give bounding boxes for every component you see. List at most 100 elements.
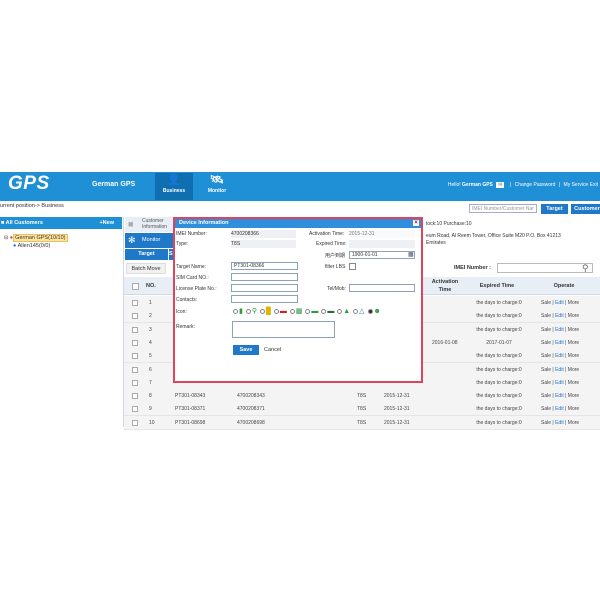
- icon-radio[interactable]: [353, 308, 359, 314]
- edit-link[interactable]: Edit: [555, 340, 564, 346]
- nav-monitor[interactable]: 🛰 Monitor: [198, 173, 236, 200]
- row-checkbox[interactable]: [132, 313, 138, 320]
- expand-icon[interactable]: ⊟: [4, 235, 8, 241]
- icon-radio-selected[interactable]: [367, 308, 373, 314]
- more-link[interactable]: More: [568, 420, 579, 426]
- row-checkbox[interactable]: [132, 339, 138, 346]
- tractor-icon[interactable]: ▬: [327, 308, 334, 315]
- save-button[interactable]: Save: [233, 345, 259, 355]
- edit-link[interactable]: Edit: [555, 327, 564, 333]
- activation-time-field: [349, 230, 415, 238]
- search-icon[interactable]: ⚲: [582, 263, 589, 274]
- filter-lbs-checkbox[interactable]: [349, 263, 356, 270]
- more-link[interactable]: More: [568, 406, 579, 412]
- tree-node-child[interactable]: ● Allen145(0/0): [13, 243, 50, 249]
- row-checkbox[interactable]: [132, 406, 138, 413]
- sale-link[interactable]: Sale: [541, 340, 551, 346]
- sale-link[interactable]: Sale: [541, 313, 551, 319]
- icon-radio[interactable]: [289, 308, 295, 314]
- contacts-label: Contacts:: [176, 297, 198, 303]
- icon-radio[interactable]: [337, 308, 343, 314]
- more-link[interactable]: More: [568, 393, 579, 399]
- car-icon[interactable]: ▬: [280, 308, 287, 315]
- remark-textarea[interactable]: [232, 321, 335, 338]
- imei-filter-input[interactable]: [497, 263, 593, 273]
- edit-link[interactable]: Edit: [555, 393, 564, 399]
- row-checkbox[interactable]: [132, 393, 138, 400]
- tree-node-root-label: German GPS(10/10): [13, 234, 68, 242]
- more-link[interactable]: More: [568, 313, 579, 319]
- sale-link[interactable]: Sale: [541, 327, 551, 333]
- bus-icon[interactable]: ▩: [296, 308, 303, 315]
- top-search-input[interactable]: IMEI Number/Customer Nar: [469, 204, 537, 213]
- icon-radio[interactable]: [259, 308, 265, 314]
- icon-selector[interactable]: ▮ ⚲ █ ▬ ▩ ▬ ▬ ▲ △ ☻: [233, 307, 382, 315]
- table-row[interactable]: 9 PT301-08371 4700208371 T8S 2015-12-31 the d…: [124, 402, 600, 417]
- target-name-input[interactable]: PT301-08366: [231, 262, 298, 270]
- pin-icon[interactable]: ⚲: [252, 308, 257, 315]
- truck-icon[interactable]: █: [266, 308, 271, 315]
- tank-icon[interactable]: ▲: [343, 308, 350, 315]
- icon-radio[interactable]: [321, 308, 327, 314]
- edit-link[interactable]: Edit: [555, 353, 564, 359]
- license-plate-input[interactable]: [231, 284, 298, 292]
- more-link[interactable]: More: [568, 327, 579, 333]
- edit-link[interactable]: Edit: [555, 367, 564, 373]
- sim-card-input[interactable]: [231, 273, 298, 281]
- sale-link[interactable]: Sale: [541, 393, 551, 399]
- target-search-button[interactable]: Target: [541, 204, 568, 214]
- edit-link[interactable]: Edit: [555, 406, 564, 412]
- more-link[interactable]: More: [568, 300, 579, 306]
- table-row[interactable]: 10 PT301-08698 4700208698 T8S 2015-12-31 the …: [124, 415, 600, 430]
- tab-target[interactable]: Target: [125, 249, 168, 260]
- sale-link[interactable]: Sale: [541, 380, 551, 386]
- row-checkbox[interactable]: [132, 300, 138, 306]
- sale-link[interactable]: Sale: [541, 406, 551, 412]
- table-row[interactable]: 8 PT301-08343 4700208343 T8S 2015-12-31 the d…: [124, 389, 600, 404]
- bell-icon[interactable]: ✉: [496, 182, 505, 188]
- row-target-name: PT301-08371: [175, 406, 206, 413]
- contacts-input[interactable]: [231, 295, 298, 303]
- customer-search-button[interactable]: Customer: [571, 204, 600, 214]
- row-checkbox[interactable]: [132, 419, 138, 426]
- sale-link[interactable]: Sale: [541, 353, 551, 359]
- van-icon[interactable]: ▬: [311, 308, 318, 315]
- cancel-button[interactable]: Cancel: [264, 347, 281, 353]
- my-service-link[interactable]: My Service: [564, 182, 589, 188]
- phone-icon[interactable]: ▮: [239, 308, 243, 315]
- edit-link[interactable]: Edit: [555, 380, 564, 386]
- user-expiry-input[interactable]: 1900-01-01: [349, 251, 415, 259]
- more-link[interactable]: More: [568, 380, 579, 386]
- exit-link[interactable]: Exit: [590, 182, 598, 188]
- edit-link[interactable]: Edit: [555, 300, 564, 306]
- select-all-checkbox[interactable]: [132, 283, 139, 290]
- icon-radio[interactable]: [305, 308, 311, 314]
- icon-radio[interactable]: [233, 308, 238, 314]
- more-link[interactable]: More: [568, 340, 579, 346]
- row-checkbox[interactable]: [132, 366, 138, 373]
- sale-link[interactable]: Sale: [541, 300, 551, 306]
- batch-move-button[interactable]: Batch Move: [126, 263, 166, 274]
- edit-link[interactable]: Edit: [555, 420, 564, 426]
- sale-link[interactable]: Sale: [541, 367, 551, 373]
- tab-monitor[interactable]: ✻ Monitor: [125, 233, 173, 248]
- edit-link[interactable]: Edit: [555, 313, 564, 319]
- new-customer-button[interactable]: +New: [99, 217, 114, 229]
- tree-node-root[interactable]: ⊟ ● German GPS(10/10): [4, 234, 68, 242]
- tab-customer-information[interactable]: ■ Customer Information: [125, 217, 173, 232]
- row-checkbox[interactable]: [132, 353, 138, 360]
- close-icon[interactable]: ×: [413, 220, 419, 226]
- ship-icon[interactable]: △: [359, 308, 364, 315]
- row-checkbox[interactable]: [132, 326, 138, 333]
- telmob-input[interactable]: [349, 284, 415, 292]
- more-link[interactable]: More: [568, 367, 579, 373]
- person-icon[interactable]: ☻: [374, 308, 381, 315]
- change-password-link[interactable]: Change Password: [515, 182, 556, 188]
- icon-radio[interactable]: [273, 308, 279, 314]
- sale-link[interactable]: Sale: [541, 420, 551, 426]
- nav-business[interactable]: 👤 Business: [155, 173, 193, 200]
- icon-radio[interactable]: [245, 308, 251, 314]
- row-checkbox[interactable]: [132, 379, 138, 386]
- more-link[interactable]: More: [568, 353, 579, 359]
- calendar-icon[interactable]: ▦: [408, 251, 414, 258]
